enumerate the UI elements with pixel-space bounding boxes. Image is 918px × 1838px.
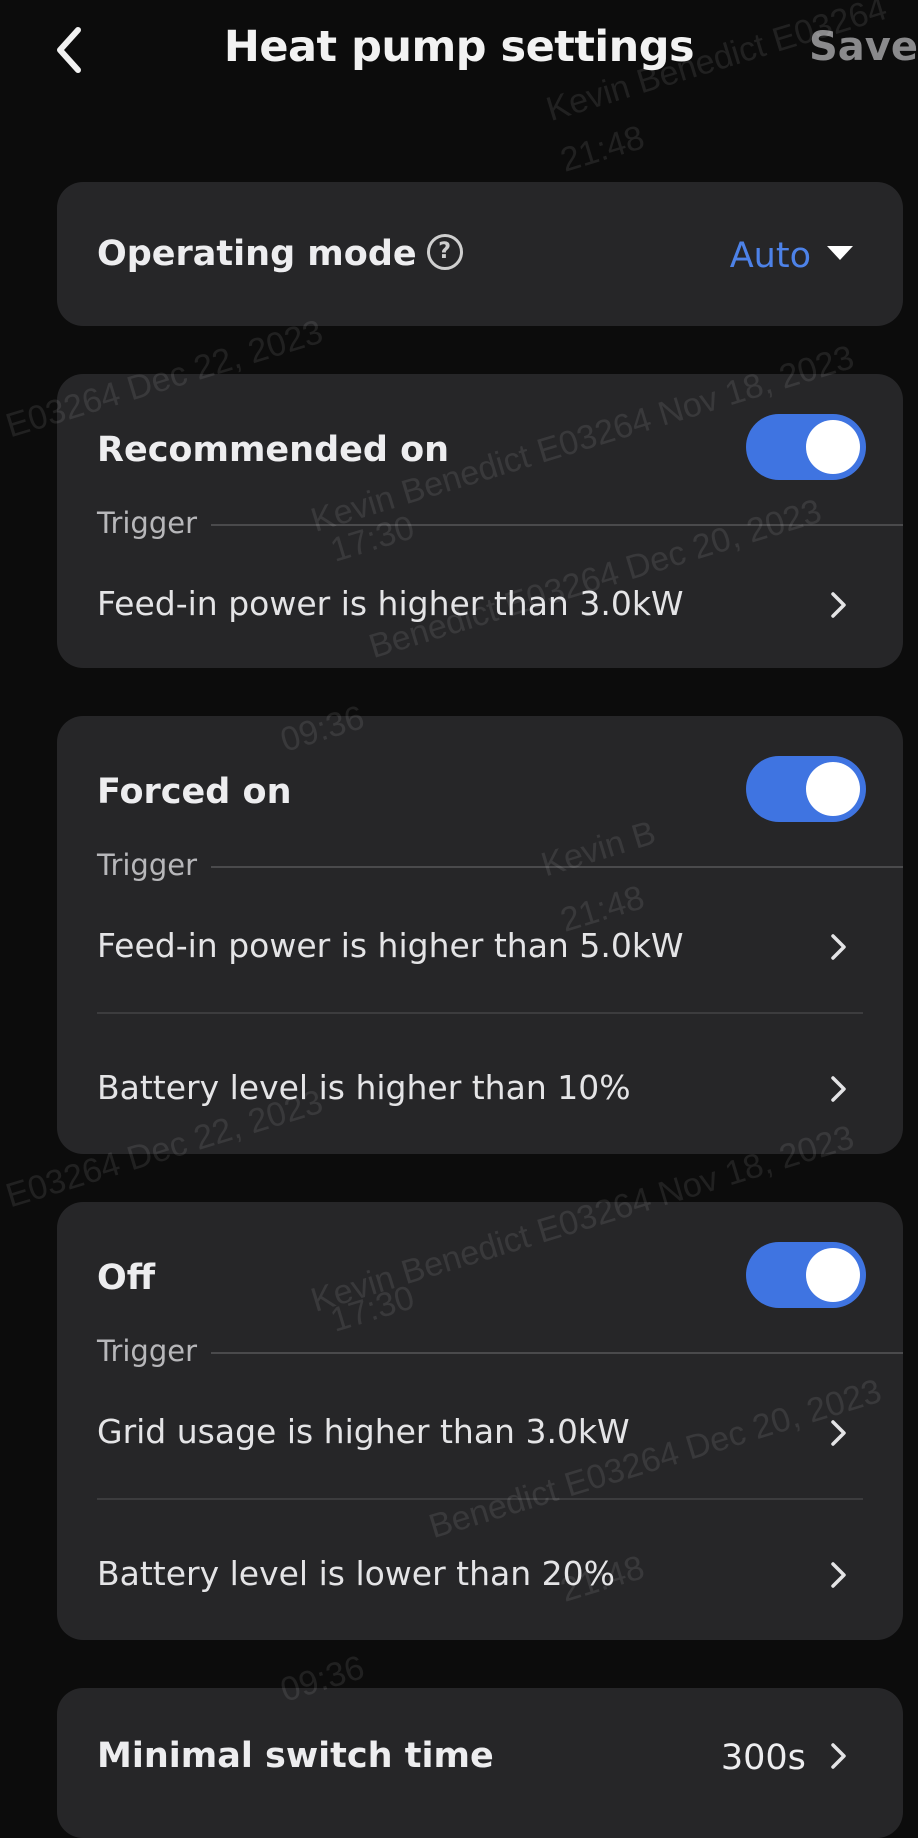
trigger-divider — [97, 1352, 903, 1354]
condition-text: Battery level is higher than 10% — [97, 1068, 631, 1107]
chevron-right-icon — [831, 592, 846, 618]
toggle-knob — [806, 420, 860, 474]
chevron-right-icon — [831, 1076, 846, 1102]
minimal-switch-card[interactable]: Minimal switch time 300s — [57, 1688, 903, 1838]
condition-divider — [97, 1498, 863, 1500]
condition-row[interactable]: Feed-in power is higher than 3.0kW — [97, 584, 903, 674]
trigger-divider — [97, 866, 903, 868]
operating-mode-dropdown[interactable]: Auto — [730, 236, 853, 276]
chevron-right-icon — [831, 1562, 846, 1588]
operating-mode-value: Auto — [729, 236, 811, 276]
trigger-divider — [97, 524, 903, 526]
top-bar: Heat pump settings Save — [0, 0, 918, 110]
trigger-label: Trigger — [97, 848, 212, 882]
toggle-knob — [806, 1248, 860, 1302]
off-toggle[interactable] — [746, 1242, 866, 1308]
help-icon[interactable]: ? — [426, 234, 463, 270]
minimal-switch-label: Minimal switch time — [97, 1736, 494, 1776]
condition-text: Battery level is lower than 20% — [97, 1554, 615, 1593]
save-button[interactable]: Save — [809, 24, 918, 70]
recommended-on-label: Recommended on — [97, 430, 450, 470]
off-label: Off — [97, 1258, 156, 1298]
chevron-right-icon — [831, 1420, 846, 1446]
toggle-knob — [806, 762, 860, 816]
operating-mode-card: Operating mode? Auto — [57, 182, 903, 326]
condition-row[interactable]: Grid usage is higher than 3.0kW — [97, 1412, 903, 1502]
condition-text: Grid usage is higher than 3.0kW — [97, 1412, 630, 1451]
watermark: 21:48 — [556, 118, 649, 180]
caret-down-icon — [827, 246, 853, 260]
forced-on-toggle[interactable] — [746, 756, 866, 822]
condition-divider — [97, 1012, 863, 1014]
condition-row[interactable]: Battery level is lower than 20% — [97, 1554, 903, 1644]
recommended-on-card: Recommended on Trigger Feed-in power is … — [57, 374, 903, 668]
trigger-label: Trigger — [97, 1334, 212, 1368]
off-card: Off Trigger Grid usage is higher than 3.… — [57, 1202, 903, 1640]
chevron-right-icon — [831, 1743, 846, 1769]
page-title: Heat pump settings — [223, 22, 695, 72]
trigger-label: Trigger — [97, 506, 212, 540]
forced-on-label: Forced on — [97, 772, 292, 812]
chevron-right-icon — [831, 934, 846, 960]
recommended-on-toggle[interactable] — [746, 414, 866, 480]
condition-row[interactable]: Feed-in power is higher than 5.0kW — [97, 926, 903, 1016]
minimal-switch-value-row[interactable]: 300s — [721, 1738, 853, 1778]
operating-mode-row: Operating mode? — [97, 234, 463, 274]
forced-on-card: Forced on Trigger Feed-in power is highe… — [57, 716, 903, 1154]
minimal-switch-value: 300s — [720, 1738, 806, 1778]
operating-mode-label: Operating mode — [97, 234, 417, 274]
condition-row[interactable]: Battery level is higher than 10% — [97, 1068, 903, 1158]
condition-text: Feed-in power is higher than 5.0kW — [97, 926, 684, 965]
condition-text: Feed-in power is higher than 3.0kW — [97, 584, 684, 623]
